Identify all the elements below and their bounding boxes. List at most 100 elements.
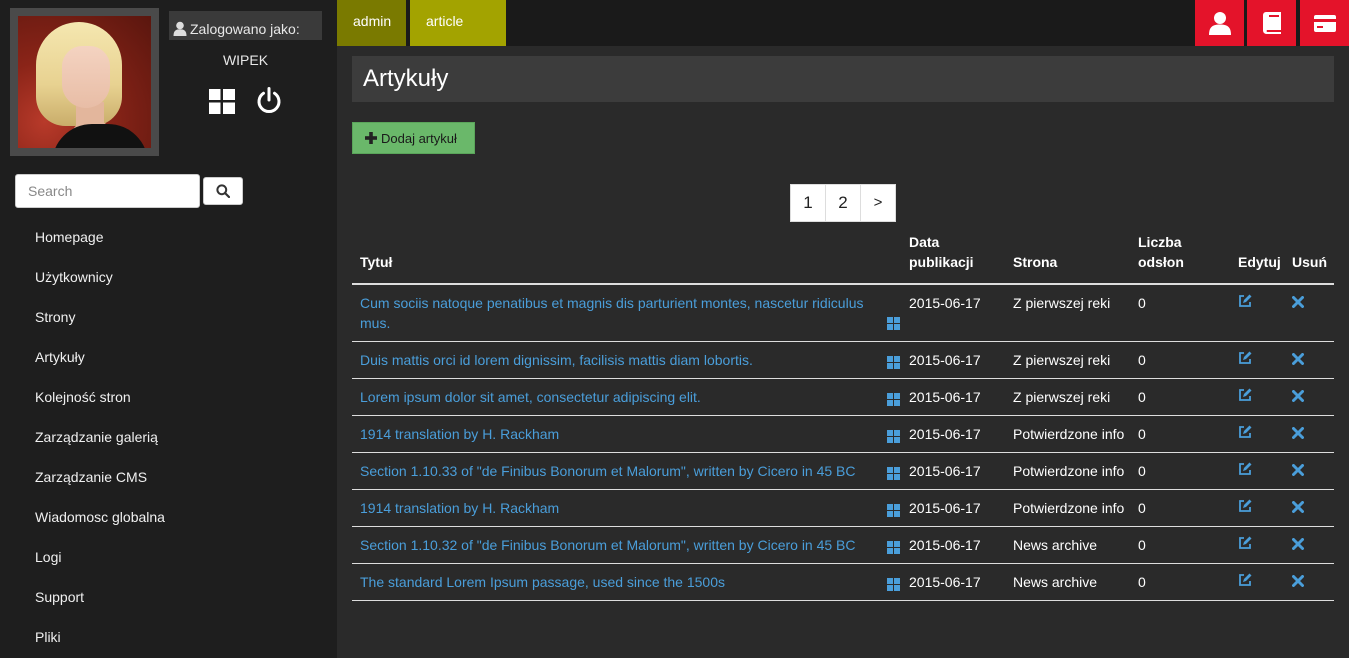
preview-grid-icon[interactable] [887,465,900,485]
column-header-title[interactable]: Tytuł [352,232,901,285]
sidebar-item-articles[interactable]: Artykuły [0,337,337,377]
page-1-link[interactable]: 1 [790,184,826,222]
sidebar-item-page-order[interactable]: Kolejność stron [0,377,337,417]
views-cell: 0 [1130,415,1230,453]
breadcrumb-admin[interactable]: admin [337,0,406,46]
sidebar-item-users[interactable]: Użytkownicy [0,257,337,297]
preview-grid-icon[interactable] [887,576,900,596]
page-title: Artykuły [352,56,1334,102]
preview-grid-icon[interactable] [887,539,900,559]
site-cell: Potwierdzone info [1005,415,1130,453]
pagination: 1 2 > [790,184,896,222]
search-input[interactable] [15,174,200,208]
delete-icon[interactable] [1284,563,1334,601]
site-cell: News archive [1005,526,1130,564]
table-row: Duis mattis orci id lorem dignissim, fac… [352,341,1334,379]
preview-grid-icon[interactable] [887,315,900,335]
article-title-cell[interactable]: 1914 translation by H. Rackham [352,415,901,453]
delete-icon[interactable] [1284,378,1334,416]
sidebar-item-cms[interactable]: Zarządzanie CMS [0,457,337,497]
edit-icon[interactable] [1230,452,1284,490]
edit-icon[interactable] [1230,284,1284,342]
article-title-link[interactable]: Section 1.10.32 of "de Finibus Bonorum e… [360,537,856,553]
publish-date-cell: 2015-06-17 [901,284,1005,342]
breadcrumb-article[interactable]: article [410,0,506,46]
credit-card-icon [1313,14,1336,32]
payments-button[interactable] [1300,0,1349,46]
article-title-link[interactable]: Lorem ipsum dolor sit amet, consectetur … [360,389,701,405]
site-cell: Potwierdzone info [1005,489,1130,527]
article-title-link[interactable]: Cum sociis natoque penatibus et magnis d… [360,295,863,331]
page-2-link[interactable]: 2 [826,184,861,222]
site-cell: Z pierwszej reki [1005,378,1130,416]
publish-date-cell: 2015-06-17 [901,452,1005,490]
table-row: Lorem ipsum dolor sit amet, consectetur … [352,378,1334,416]
profile-button[interactable] [1195,0,1244,46]
views-cell: 0 [1130,284,1230,342]
username: WIPEK [222,52,269,68]
delete-icon[interactable] [1284,489,1334,527]
edit-icon[interactable] [1230,489,1284,527]
search-icon [216,184,230,198]
column-header-date[interactable]: Data publikacji [901,232,1005,285]
preview-grid-icon[interactable] [887,391,900,411]
site-cell: Z pierwszej reki [1005,341,1130,379]
table-row: Section 1.10.33 of "de Finibus Bonorum e… [352,452,1334,490]
sidebar-item-files[interactable]: Pliki [0,617,337,657]
add-article-button[interactable]: Dodaj artykuł [352,122,475,154]
sidebar-item-homepage[interactable]: Homepage [0,217,337,257]
article-title-cell[interactable]: 1914 translation by H. Rackham [352,489,901,527]
sidebar: Zalogowano jako: WIPEK Homepage Użytkown… [0,0,337,658]
delete-icon[interactable] [1284,284,1334,342]
sidebar-item-global-message[interactable]: Wiadomosc globalna [0,497,337,537]
article-title-cell[interactable]: Lorem ipsum dolor sit amet, consectetur … [352,378,901,416]
views-cell: 0 [1130,563,1230,601]
table-row: The standard Lorem Ipsum passage, used s… [352,563,1334,601]
edit-icon[interactable] [1230,563,1284,601]
edit-icon[interactable] [1230,415,1284,453]
views-cell: 0 [1130,452,1230,490]
edit-icon[interactable] [1230,526,1284,564]
article-title-link[interactable]: Duis mattis orci id lorem dignissim, fac… [360,352,753,368]
site-cell: News archive [1005,563,1130,601]
column-header-views[interactable]: Liczba odsłon [1130,232,1230,285]
sidebar-item-pages[interactable]: Strony [0,297,337,337]
column-header-delete: Usuń [1284,232,1334,285]
site-cell: Z pierwszej reki [1005,284,1130,342]
logged-in-box: Zalogowano jako: [169,11,322,40]
article-title-cell[interactable]: Section 1.10.32 of "de Finibus Bonorum e… [352,526,901,564]
delete-icon[interactable] [1284,526,1334,564]
article-title-cell[interactable]: The standard Lorem Ipsum passage, used s… [352,563,901,601]
edit-icon[interactable] [1230,341,1284,379]
search-button[interactable] [203,177,243,205]
sidebar-menu: Homepage Użytkownicy Strony Artykuły Kol… [0,217,337,657]
preview-grid-icon[interactable] [887,428,900,448]
article-title-cell[interactable]: Section 1.10.33 of "de Finibus Bonorum e… [352,452,901,490]
table-row: 1914 translation by H. Rackham 2015-06-17… [352,489,1334,527]
sidebar-item-gallery[interactable]: Zarządzanie galerią [0,417,337,457]
dashboard-grid-icon[interactable] [209,89,235,119]
next-page-link[interactable]: > [861,184,896,222]
publish-date-cell: 2015-06-17 [901,341,1005,379]
power-logout-icon[interactable] [256,87,282,119]
article-title-link[interactable]: 1914 translation by H. Rackham [360,426,559,442]
article-title-cell[interactable]: Duis mattis orci id lorem dignissim, fac… [352,341,901,379]
preview-grid-icon[interactable] [887,502,900,522]
delete-icon[interactable] [1284,452,1334,490]
article-title-link[interactable]: The standard Lorem Ipsum passage, used s… [360,574,725,590]
sidebar-item-support[interactable]: Support [0,577,337,617]
edit-icon[interactable] [1230,378,1284,416]
docs-button[interactable] [1247,0,1296,46]
column-header-edit: Edytuj [1230,232,1284,285]
table-row: Cum sociis natoque penatibus et magnis d… [352,284,1334,342]
column-header-site[interactable]: Strona [1005,232,1130,285]
delete-icon[interactable] [1284,415,1334,453]
add-article-label: Dodaj artykuł [381,130,457,146]
plus-icon [365,132,377,144]
article-title-cell[interactable]: Cum sociis natoque penatibus et magnis d… [352,284,901,342]
delete-icon[interactable] [1284,341,1334,379]
preview-grid-icon[interactable] [887,354,900,374]
article-title-link[interactable]: 1914 translation by H. Rackham [360,500,559,516]
article-title-link[interactable]: Section 1.10.33 of "de Finibus Bonorum e… [360,463,856,479]
sidebar-item-logs[interactable]: Logi [0,537,337,577]
